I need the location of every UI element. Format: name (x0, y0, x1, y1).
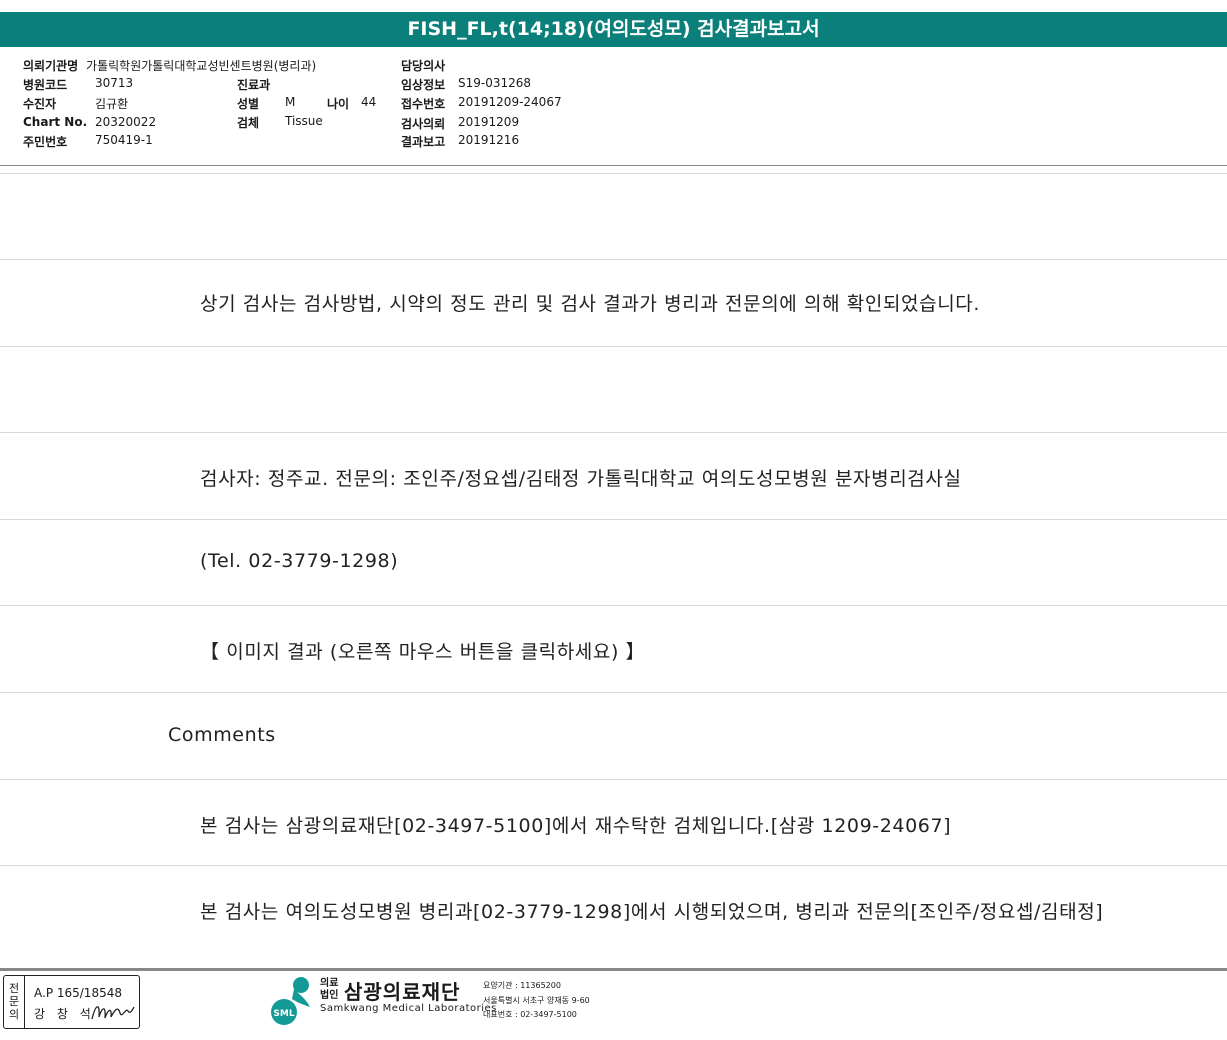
hospital-code-value: 30713 (95, 76, 134, 90)
test-request-label: 검사의뢰 (401, 117, 446, 131)
header-info: 의뢰기관명 가톨릭학원가톨릭대학교성빈센트병원(병리과) 병원코드 30713 … (0, 47, 1227, 166)
clinical-info-value: S19-031268 (458, 76, 532, 90)
receipt-no-value: 20191209-24067 (458, 95, 562, 109)
comments-row: Comments (0, 692, 1227, 780)
specimen-label: 검체 (237, 116, 260, 130)
receipt-no-label: 접수번호 (401, 97, 446, 111)
footer-divider (0, 968, 1227, 971)
comments-heading: Comments (168, 724, 276, 746)
institution-value: 가톨릭학원가톨릭대학교성빈센트병원(병리과) (86, 59, 317, 73)
examiner-row: 검사자: 정주교. 전문의: 조인주/정요셉/김태정 가톨릭대학교 여의도성모병… (0, 432, 1227, 520)
result-report-value: 20191216 (458, 133, 520, 147)
result-report-label: 결과보고 (401, 135, 446, 149)
sml-logo-icon: SML (271, 977, 310, 1025)
image-row: 【 이미지 결과 (오른쪽 마우스 버튼을 클릭하세요) 】 (0, 605, 1227, 693)
age-value: 44 (361, 95, 377, 109)
recipient-label: 수진자 (23, 97, 57, 111)
examiner-text: 검사자: 정주교. 전문의: 조인주/정요셉/김태정 가톨릭대학교 여의도성모병… (200, 468, 962, 490)
chart-no-label: Chart No. (23, 115, 88, 129)
age-label: 나이 (327, 97, 350, 111)
org-name: 삼광의료재단 (344, 980, 461, 1004)
department-label: 진료과 (237, 78, 271, 92)
org-phone: 대표번호 : 02-3497-5100 (483, 1010, 577, 1019)
blank-row (0, 173, 1227, 260)
org-prefix: 의료 법인 (320, 978, 338, 1002)
signature-icon (91, 1006, 135, 1020)
doctor-label: 담당의사 (401, 59, 446, 73)
org-code: 요양기관 : 11365200 (483, 981, 561, 990)
org-name-english: Samkwang Medical Laboratories (320, 1003, 497, 1014)
confirm-text: 상기 검사는 검사방법, 시약의 정도 관리 및 검사 결과가 병리과 전문의에… (200, 293, 980, 315)
performed-row: 본 검사는 여의도성모병원 병리과[02-3779-1298]에서 시행되었으며… (0, 865, 1227, 952)
performed-text: 본 검사는 여의도성모병원 병리과[02-3779-1298]에서 시행되었으며… (200, 901, 1104, 923)
institution-field: 의뢰기관명 가톨릭학원가톨릭대학교성빈센트병원(병리과) (23, 57, 316, 74)
blank-row (0, 346, 1227, 433)
outsourced-row: 본 검사는 삼광의료재단[02-3497-5100]에서 재수탁한 검체입니다.… (0, 779, 1227, 866)
specimen-value: Tissue (285, 114, 323, 128)
chart-no-value: 20320022 (95, 115, 157, 129)
clinical-info-label: 임상정보 (401, 78, 446, 92)
stamp-side-label: 전문의 (4, 976, 25, 1028)
resident-no-value: 750419-1 (95, 133, 153, 147)
hospital-code-field: 병원코드 (23, 76, 67, 93)
test-request-value: 20191209 (458, 115, 520, 129)
image-result-link[interactable]: 【 이미지 결과 (오른쪽 마우스 버튼을 클릭하세요) 】 (200, 637, 645, 664)
specialist-stamp: 전문의 A.P 165/18548 강 창 석 (3, 975, 140, 1029)
sex-label: 성별 (237, 97, 260, 111)
recipient-value: 김규환 (95, 97, 129, 111)
confirm-row: 상기 검사는 검사방법, 시약의 정도 관리 및 검사 결과가 병리과 전문의에… (0, 259, 1227, 347)
hospital-code-label: 병원코드 (23, 78, 68, 92)
tel-text: (Tel. 02-3779-1298) (200, 550, 399, 572)
org-prefix-line2: 법인 (320, 990, 339, 1001)
resident-no-label: 주민번호 (23, 135, 68, 149)
report-title: FISH_FL,t(14;18)(여의도성모) 검사결과보고서 (0, 12, 1227, 47)
footer: 전문의 A.P 165/18548 강 창 석 SML 의료 법인 삼광의료재단… (0, 958, 1227, 1040)
outsourced-text: 본 검사는 삼광의료재단[02-3497-5100]에서 재수탁한 검체입니다.… (200, 815, 952, 837)
org-address: 서울특별시 서초구 양재동 9-60 (483, 996, 590, 1005)
stamp-license: A.P 165/18548 (34, 986, 122, 1000)
stamp-name: 강 창 석 (34, 1007, 95, 1021)
tel-row: (Tel. 02-3779-1298) (0, 519, 1227, 606)
sex-value: M (285, 95, 296, 109)
sml-logo-text: SML (273, 1009, 294, 1019)
institution-label: 의뢰기관명 (23, 59, 79, 73)
org-prefix-line1: 의료 (320, 978, 339, 989)
